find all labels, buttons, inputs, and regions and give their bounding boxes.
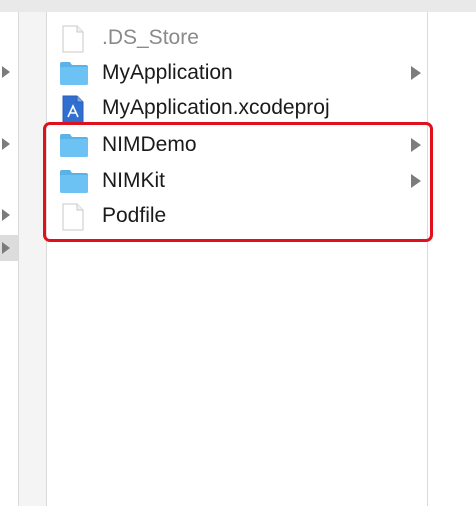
disclosure-arrow-icon[interactable] <box>411 66 421 80</box>
column-gutter <box>19 12 46 506</box>
file-column: .DS_Store MyApplication MyApplication.xc… <box>47 12 427 506</box>
finder-window: .DS_Store MyApplication MyApplication.xc… <box>0 0 476 506</box>
file-name: MyApplication.xcodeproj <box>102 96 330 119</box>
document-icon <box>59 25 87 53</box>
parent-row-disclosure-icon[interactable] <box>2 242 10 254</box>
file-name: .DS_Store <box>102 26 199 49</box>
folder-icon <box>59 60 88 86</box>
file-name: MyApplication <box>102 61 233 84</box>
parent-row-disclosure-icon[interactable] <box>2 209 10 221</box>
parent-row-disclosure-icon[interactable] <box>2 66 10 78</box>
parent-column[interactable] <box>0 12 18 506</box>
list-item[interactable]: .DS_Store <box>47 20 427 56</box>
parent-row-disclosure-icon[interactable] <box>2 138 10 150</box>
next-column <box>428 12 476 506</box>
list-item[interactable]: MyApplication.xcodeproj <box>47 90 427 126</box>
annotation-highlight-box <box>43 122 433 242</box>
xcodeproj-icon <box>59 95 87 125</box>
list-item[interactable]: MyApplication <box>47 55 427 91</box>
